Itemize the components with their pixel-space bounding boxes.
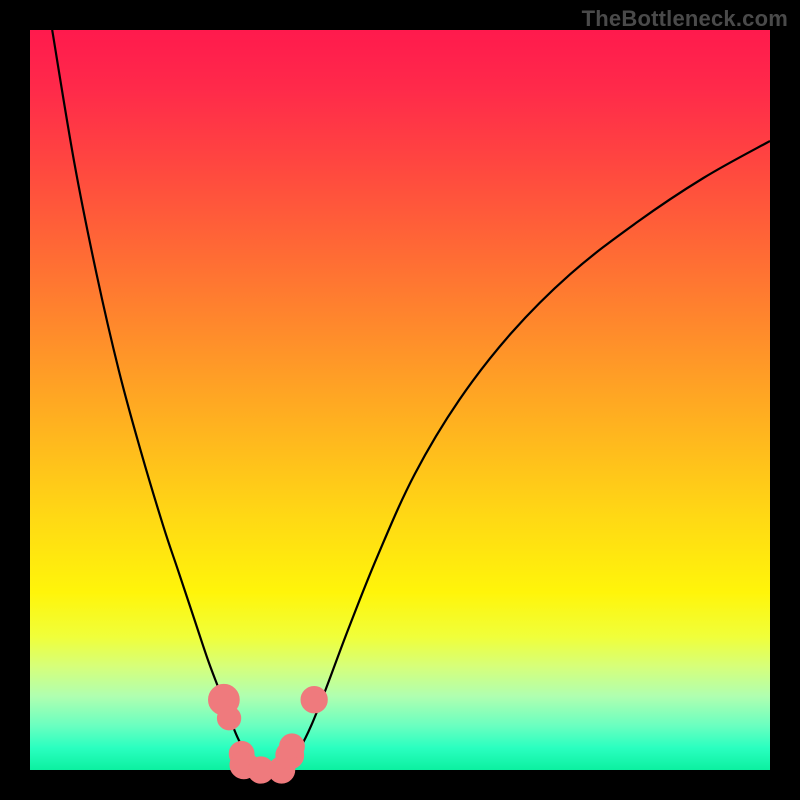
marker-dot xyxy=(301,687,327,713)
marker-dot xyxy=(217,707,240,730)
chart-frame: TheBottleneck.com xyxy=(0,0,800,800)
marker-group xyxy=(209,684,328,783)
left-curve xyxy=(52,30,259,770)
watermark-text: TheBottleneck.com xyxy=(582,6,788,32)
right-curve xyxy=(282,141,770,770)
marker-dot xyxy=(280,734,305,759)
curve-layer xyxy=(30,30,770,770)
